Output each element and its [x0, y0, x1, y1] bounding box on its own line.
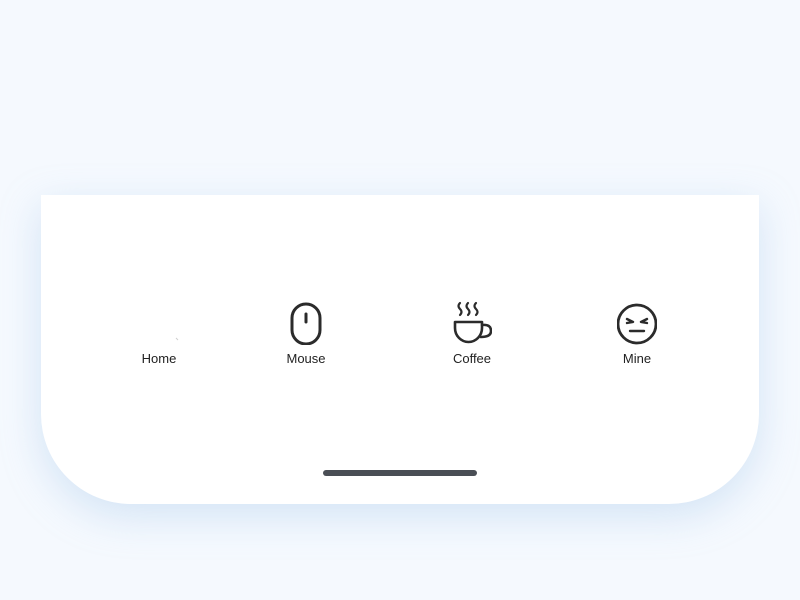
coffee-icon [452, 295, 492, 345]
stage: Home Mouse Coffee Mine [0, 0, 800, 600]
tab-mine[interactable]: Mine [577, 295, 697, 375]
home-indicator [323, 470, 477, 476]
tab-mouse-label: Mouse [286, 351, 326, 366]
mouse-icon [286, 295, 326, 345]
tab-coffee-label: Coffee [452, 351, 492, 366]
tab-mine-label: Mine [622, 351, 652, 366]
home-icon [139, 295, 179, 345]
tab-home-label: Home [141, 351, 177, 366]
face-icon [617, 295, 657, 345]
tab-home[interactable]: Home [99, 295, 219, 375]
tab-mouse[interactable]: Mouse [246, 295, 366, 375]
tab-coffee[interactable]: Coffee [412, 295, 532, 375]
tab-bar: Home Mouse Coffee Mine [41, 195, 759, 504]
